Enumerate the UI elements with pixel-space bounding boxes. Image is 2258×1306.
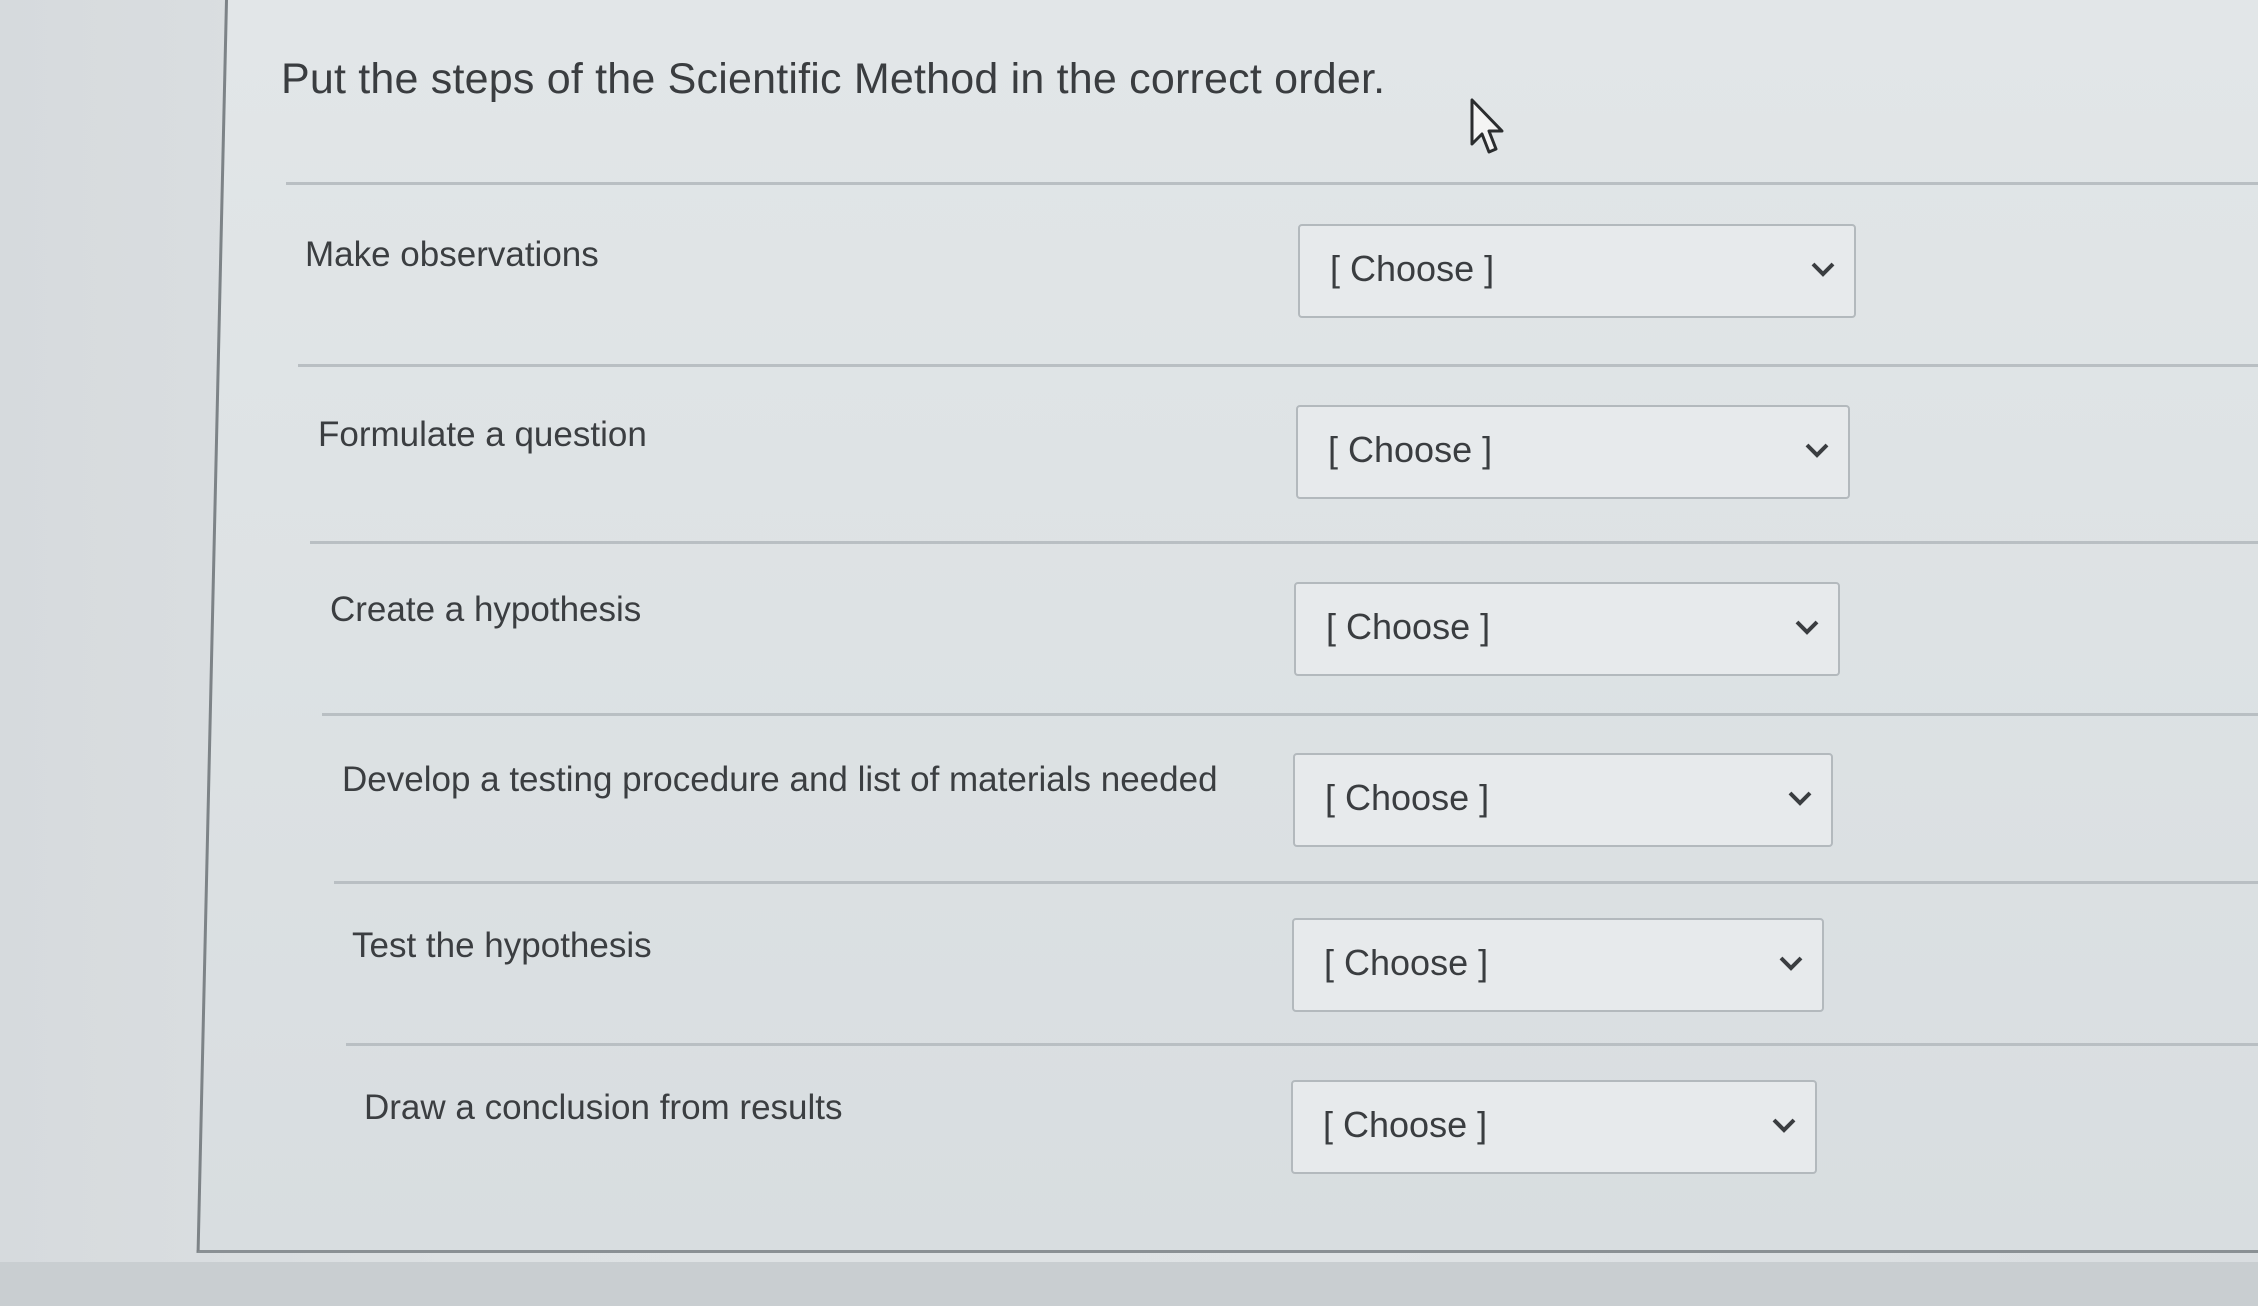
row-divider bbox=[334, 881, 2258, 884]
chevron-down-icon bbox=[1788, 791, 1812, 806]
mouse-pointer-icon bbox=[1470, 98, 1504, 154]
screen: Put the steps of the Scientific Method i… bbox=[0, 0, 2258, 1306]
row-divider bbox=[346, 1043, 2258, 1046]
chevron-down-icon bbox=[1795, 620, 1819, 635]
row-label-formulate-question: Formulate a question bbox=[318, 415, 647, 454]
step-order-select-3[interactable]: [ Choose ] bbox=[1294, 582, 1840, 676]
row-divider bbox=[322, 713, 2258, 716]
bottom-edge bbox=[0, 1262, 2258, 1306]
chevron-down-icon bbox=[1772, 1118, 1796, 1133]
select-value: [ Choose ] bbox=[1325, 777, 1490, 818]
row-label-test-hypothesis: Test the hypothesis bbox=[352, 926, 652, 965]
chevron-down-icon bbox=[1811, 262, 1835, 277]
row-label-draw-conclusion: Draw a conclusion from results bbox=[364, 1088, 843, 1127]
step-order-select-1[interactable]: [ Choose ] bbox=[1298, 224, 1856, 318]
row-divider bbox=[298, 364, 2258, 367]
row-divider bbox=[310, 541, 2258, 544]
chevron-down-icon bbox=[1805, 443, 1829, 458]
select-value: [ Choose ] bbox=[1330, 248, 1495, 289]
row-label-make-observations: Make observations bbox=[305, 235, 599, 274]
select-value: [ Choose ] bbox=[1328, 429, 1493, 470]
row-label-create-hypothesis: Create a hypothesis bbox=[330, 590, 642, 629]
step-order-select-2[interactable]: [ Choose ] bbox=[1296, 405, 1850, 499]
row-label-develop-procedure: Develop a testing procedure and list of … bbox=[342, 760, 1218, 799]
step-order-select-5[interactable]: [ Choose ] bbox=[1292, 918, 1824, 1012]
select-value: [ Choose ] bbox=[1323, 1104, 1488, 1145]
step-order-select-6[interactable]: [ Choose ] bbox=[1291, 1080, 1817, 1174]
row-divider bbox=[286, 182, 2258, 185]
chevron-down-icon bbox=[1779, 956, 1803, 971]
select-value: [ Choose ] bbox=[1324, 942, 1489, 983]
step-order-select-4[interactable]: [ Choose ] bbox=[1293, 753, 1833, 847]
question-title: Put the steps of the Scientific Method i… bbox=[281, 55, 1386, 103]
select-value: [ Choose ] bbox=[1326, 606, 1491, 647]
